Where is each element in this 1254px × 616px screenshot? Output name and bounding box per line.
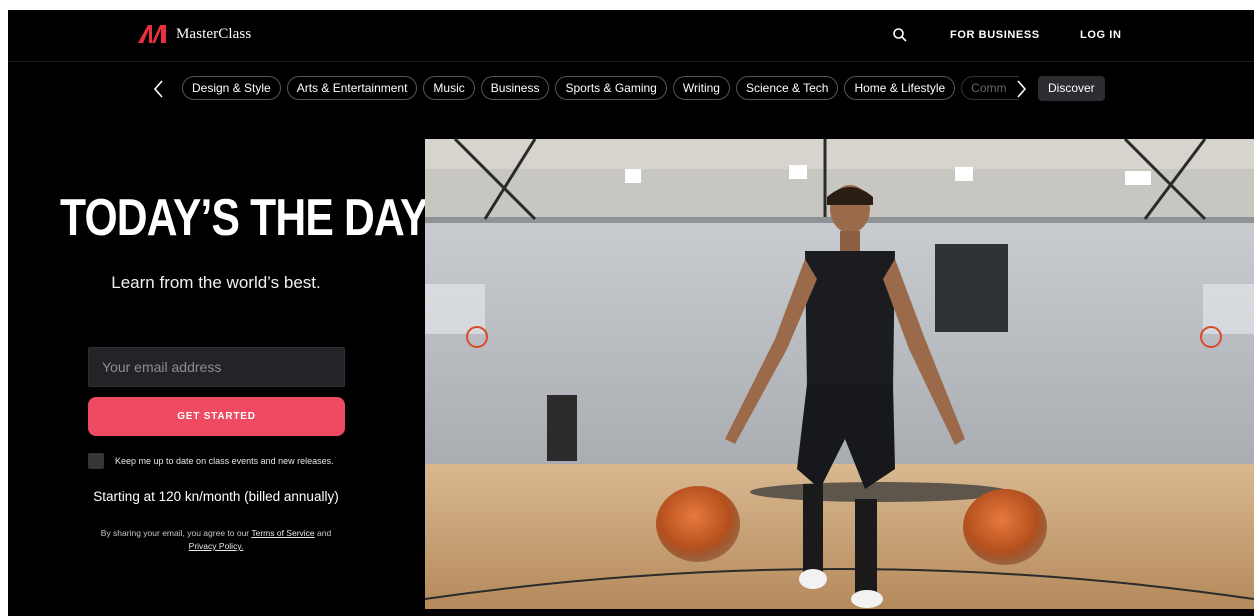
category-pills: Design & Style Arts & Entertainment Musi… xyxy=(182,76,1020,100)
category-business[interactable]: Business xyxy=(480,76,550,100)
masterclass-page: MasterClass FOR BUSINESS LOG IN Design &… xyxy=(8,10,1254,616)
category-music[interactable]: Music xyxy=(423,76,475,100)
top-navigation: MasterClass FOR BUSINESS LOG IN xyxy=(8,10,1254,62)
legal-text: By sharing your email, you agree to our … xyxy=(8,527,424,553)
basketball-gym-scene xyxy=(425,139,1254,609)
newsletter-checkbox[interactable] xyxy=(88,453,104,469)
terms-of-service-link[interactable]: Terms of Service xyxy=(251,528,314,538)
category-design-style[interactable]: Design & Style xyxy=(182,76,281,100)
category-bar: Design & Style Arts & Entertainment Musi… xyxy=(8,76,1254,102)
chevron-right-icon[interactable] xyxy=(1012,78,1030,100)
hero-video[interactable] xyxy=(425,139,1254,609)
search-icon[interactable] xyxy=(892,27,908,43)
masterclass-m-icon xyxy=(138,25,168,43)
basketball-right xyxy=(963,489,1047,565)
log-in-link[interactable]: LOG IN xyxy=(1080,29,1122,41)
get-started-button[interactable]: GET STARTED xyxy=(88,397,345,436)
hero-subheadline: Learn from the world’s best. xyxy=(111,273,321,292)
chevron-left-icon[interactable] xyxy=(150,78,168,100)
logo-text: MasterClass xyxy=(176,25,252,42)
category-community[interactable]: Comm xyxy=(961,76,1020,100)
category-sports-gaming[interactable]: Sports & Gaming xyxy=(555,76,667,100)
category-home-lifestyle[interactable]: Home & Lifestyle xyxy=(844,76,956,100)
for-business-link[interactable]: FOR BUSINESS xyxy=(950,29,1040,41)
legal-and: and xyxy=(317,528,332,538)
newsletter-checkbox-label: Keep me up to date on class events and n… xyxy=(115,456,334,466)
discover-button[interactable]: Discover xyxy=(1038,76,1105,101)
pricing-text: Starting at 120 kn/month (billed annuall… xyxy=(93,489,339,504)
category-arts-entertainment[interactable]: Arts & Entertainment xyxy=(286,76,418,100)
legal-prefix: By sharing your email, you agree to our xyxy=(100,528,250,538)
category-science-tech[interactable]: Science & Tech xyxy=(735,76,839,100)
privacy-policy-link[interactable]: Privacy Policy. xyxy=(189,541,244,551)
category-writing[interactable]: Writing xyxy=(672,76,730,100)
email-input[interactable] xyxy=(88,347,345,387)
basketball-left xyxy=(656,486,740,562)
masterclass-logo[interactable]: MasterClass xyxy=(138,25,251,43)
hero-headline: TODAY’S THE DAY. xyxy=(60,189,435,247)
